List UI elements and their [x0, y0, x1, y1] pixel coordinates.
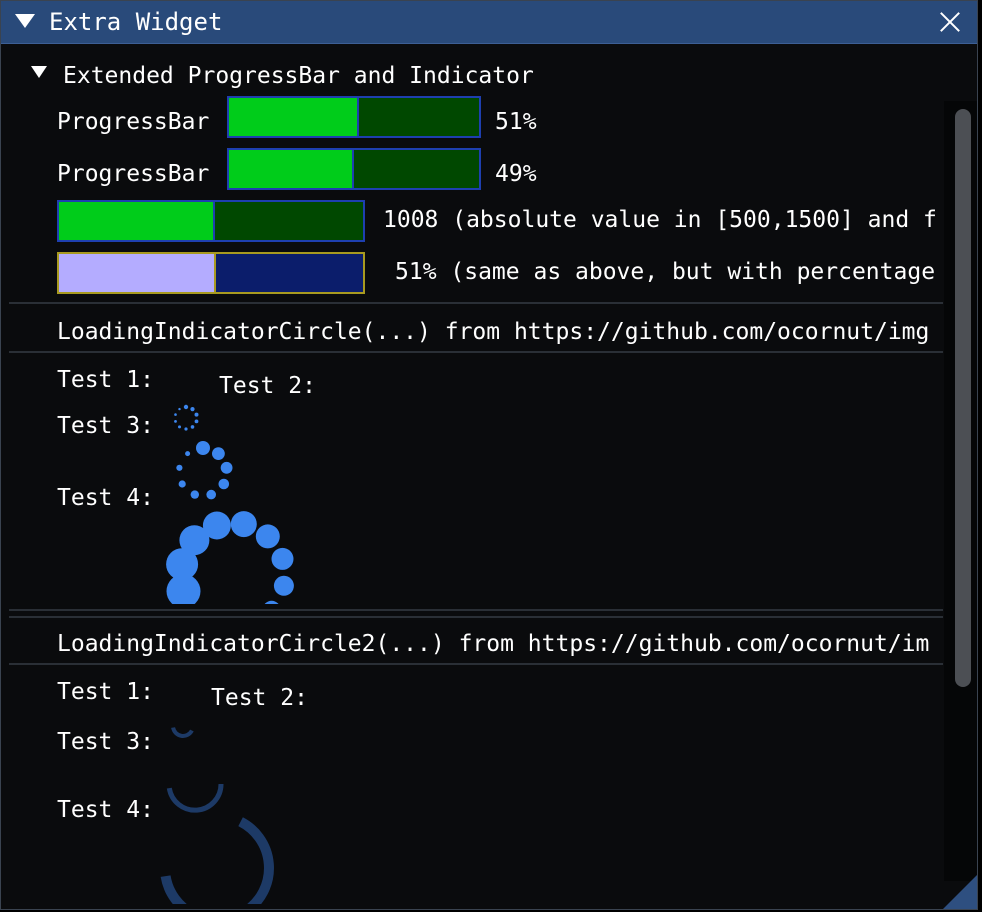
vertical-scrollbar-thumb[interactable] [955, 109, 971, 687]
extra-widget-window: Extra Widget Extended ProgressBar and In… [0, 0, 978, 910]
indicator-dot [196, 441, 210, 455]
indicator-dot [271, 547, 294, 570]
loading-indicator-circle-1 [174, 404, 199, 431]
indicator-dot [202, 511, 231, 540]
circle2-test-4-label: Test 4: [57, 797, 154, 823]
window-title: Extra Widget [49, 8, 223, 36]
close-icon[interactable] [937, 9, 963, 35]
indicator-dot [230, 511, 257, 538]
loading-indicator-circle2-title: LoadingIndicatorCircle2(...) from https:… [57, 631, 930, 657]
loading-indicator-arc-1 [171, 727, 194, 738]
progressbar-2 [227, 148, 481, 190]
loading-indicator-circle-3 [176, 441, 233, 500]
loading-indicator-arc-3 [166, 783, 224, 813]
indicator-dot [176, 464, 183, 471]
indicator-dot [206, 489, 216, 500]
indicator-dot [264, 600, 279, 604]
indicator-dot [212, 447, 225, 460]
progressbar-value-2: 49% [495, 161, 537, 187]
circle-test-3-label: Test 3: [57, 413, 154, 439]
indicator-dot [174, 420, 177, 423]
separator [9, 351, 943, 353]
resize-grip-icon[interactable] [943, 875, 977, 909]
indicator-dot [218, 478, 230, 490]
progressbar-4 [57, 252, 365, 294]
progressbar-value-3: 1008 (absolute value in [500,1500] and f [383, 207, 937, 233]
indicator-dot [194, 419, 199, 424]
tree-expanded-arrow-icon[interactable] [31, 66, 47, 78]
loading-indicator-circle-4 [166, 511, 294, 604]
section-header[interactable]: Extended ProgressBar and Indicator [63, 62, 534, 90]
window-content: Extended ProgressBar and Indicator Progr… [1, 44, 943, 909]
separator [9, 663, 943, 665]
indicator-dot [174, 413, 177, 416]
indicator-dot [178, 480, 186, 488]
loading-indicator-arcs [160, 727, 274, 904]
indicator-dot [190, 407, 195, 412]
indicator-dot [184, 427, 188, 431]
progressbar-label-2: ProgressBar [57, 161, 210, 187]
indicator-dot [190, 490, 199, 499]
window-titlebar[interactable]: Extra Widget [1, 1, 977, 44]
separator [9, 609, 943, 611]
progressbar-label-1: ProgressBar [57, 109, 210, 135]
progressbar-3-fill [59, 202, 216, 240]
indicator-dot [255, 524, 280, 549]
progressbar-value-4: 51% (same as above, but with percentage [395, 259, 936, 285]
circle2-test-3-label: Test 3: [57, 729, 154, 755]
progressbar-2-fill [229, 150, 354, 188]
progressbar-4-fill [59, 254, 217, 292]
circle2-test-1-label: Test 1: [57, 679, 154, 705]
indicator-dot [183, 404, 189, 410]
separator [9, 616, 943, 618]
progressbar-value-1: 51% [495, 109, 537, 135]
circle-test-1-label: Test 1: [57, 367, 154, 393]
loading-indicator-arc-4 [160, 817, 274, 904]
separator [9, 302, 943, 304]
indicator-dot [190, 425, 195, 429]
indicator-dot [273, 575, 294, 596]
indicator-dot [220, 461, 233, 474]
loading-indicator-circle-title: LoadingIndicatorCircle(...) from https:/… [57, 319, 930, 345]
progressbar-3 [57, 200, 365, 242]
circle-test-4-label: Test 4: [57, 485, 154, 511]
progressbar-1-fill [229, 98, 359, 136]
indicator-dot [194, 412, 199, 417]
progressbar-1 [227, 96, 481, 138]
indicator-dot [178, 407, 181, 411]
indicator-dot [178, 425, 181, 429]
loading-indicator-circles [166, 404, 294, 604]
collapse-arrow-icon[interactable] [15, 14, 35, 28]
indicator-dot [185, 451, 191, 457]
